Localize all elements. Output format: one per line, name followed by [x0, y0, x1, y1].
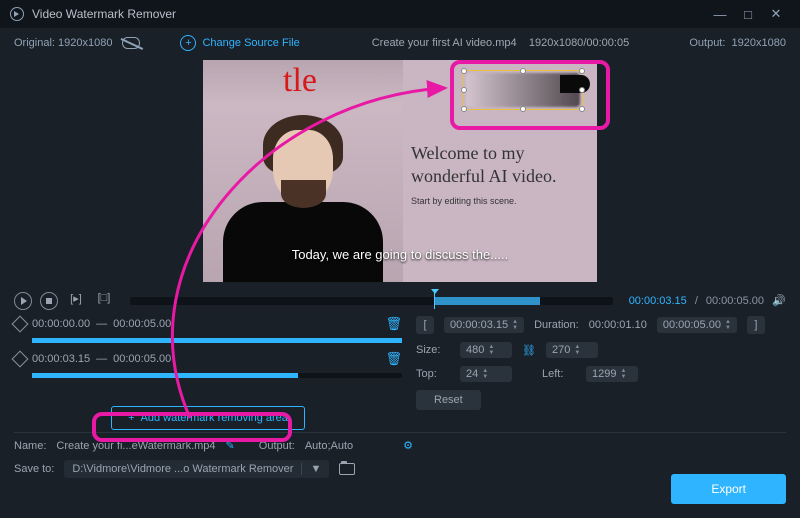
- mark-in-button[interactable]: [▸]: [66, 292, 86, 310]
- preview-heading: Welcome to my wonderful AI video.: [411, 142, 587, 187]
- resize-handle[interactable]: [579, 68, 585, 74]
- video-preview[interactable]: tle Welcome to my wonderful AI video. St…: [203, 60, 597, 282]
- delete-clip-icon[interactable]: 🗑: [385, 316, 402, 332]
- save-to-label: Save to:: [14, 463, 54, 475]
- minimize-button[interactable]: —: [706, 7, 734, 22]
- app-title: Video Watermark Remover: [32, 7, 706, 21]
- name-label: Name:: [14, 440, 46, 452]
- clip-start: 00:00:00.00: [32, 318, 90, 330]
- change-source-button[interactable]: + Change Source File: [180, 35, 299, 51]
- playhead-marker[interactable]: [434, 293, 435, 309]
- stepper-icon[interactable]: ▲▼: [620, 368, 626, 380]
- resize-handle[interactable]: [461, 87, 467, 93]
- resize-handle[interactable]: [461, 68, 467, 74]
- top-label: Top:: [416, 368, 450, 380]
- info-strip: Original: 1920x1080 + Change Source File…: [0, 28, 800, 58]
- path-dropdown-icon[interactable]: ▼: [301, 463, 321, 475]
- stepper-icon[interactable]: ▲▼: [482, 368, 488, 380]
- resize-handle[interactable]: [520, 106, 526, 112]
- resize-handle[interactable]: [520, 68, 526, 74]
- clip-progress[interactable]: [32, 338, 402, 343]
- change-source-label: Change Source File: [202, 37, 299, 49]
- resize-handle[interactable]: [579, 106, 585, 112]
- output-format-label: Output:: [259, 440, 295, 452]
- size-label: Size:: [416, 344, 450, 356]
- transport-bar: [▸] [□] 00:00:03.15/00:00:05.00 🔊: [0, 288, 800, 316]
- titlebar: Video Watermark Remover — □ ✕: [0, 0, 800, 28]
- preview-toggle-icon[interactable]: [122, 37, 140, 49]
- duration-label: Duration:: [534, 319, 579, 331]
- plus-icon: +: [128, 412, 134, 424]
- range-end-field[interactable]: 00:00:05.00▲▼: [657, 317, 737, 333]
- properties-panel: [ 00:00:03.15▲▼ Duration: 00:00:01.10 00:…: [416, 316, 786, 430]
- close-button[interactable]: ✕: [762, 6, 790, 22]
- output-format-value: Auto;Auto: [305, 440, 353, 452]
- plus-circle-icon: +: [180, 35, 196, 51]
- output-name-row: Name: Create your fi...eWatermark.mp4 ✎ …: [0, 435, 800, 456]
- set-out-button[interactable]: ]: [747, 316, 765, 334]
- tag-icon: [12, 351, 29, 368]
- clip-end: 00:00:05.00: [113, 353, 171, 365]
- stepper-icon[interactable]: ▲▼: [512, 319, 518, 331]
- timeline-scrubber[interactable]: [130, 297, 613, 305]
- link-aspect-icon[interactable]: ⛓: [522, 344, 536, 357]
- clip-end: 00:00:05.00: [113, 318, 171, 330]
- left-label: Left:: [542, 368, 576, 380]
- clip-start: 00:00:03.15: [32, 353, 90, 365]
- source-file-info: Create your first AI video.mp4 1920x1080…: [372, 37, 629, 49]
- stepper-icon[interactable]: ▲▼: [574, 344, 580, 356]
- name-value: Create your fi...eWatermark.mp4: [56, 440, 215, 452]
- resize-handle[interactable]: [579, 87, 585, 93]
- stop-button[interactable]: [40, 292, 58, 310]
- open-folder-icon[interactable]: [339, 463, 355, 475]
- left-field[interactable]: 1299▲▼: [586, 366, 638, 382]
- timeline-segment: [434, 297, 540, 305]
- clip-row[interactable]: 00:00:03.15 — 00:00:05.00 🗑: [14, 351, 402, 367]
- source-dims: 1920x1080: [529, 37, 583, 49]
- time-total: 00:00:05.00: [706, 295, 764, 307]
- clip-progress[interactable]: [32, 373, 402, 378]
- preview-subheading: Start by editing this scene.: [411, 196, 517, 206]
- volume-icon[interactable]: 🔊: [772, 294, 786, 308]
- mark-out-button[interactable]: [□]: [94, 292, 114, 310]
- reset-button[interactable]: Reset: [416, 390, 481, 410]
- original-resolution: 1920x1080: [58, 37, 112, 49]
- duration-value: 00:00:01.10: [589, 319, 647, 331]
- add-area-label: Add watermark removing area: [141, 412, 288, 424]
- resize-handle[interactable]: [461, 106, 467, 112]
- source-duration: 00:00:05: [586, 37, 629, 49]
- range-start-field[interactable]: 00:00:03.15▲▼: [444, 317, 524, 333]
- original-label: Original:: [14, 37, 55, 49]
- output-label: Output:: [689, 37, 725, 49]
- stepper-icon[interactable]: ▲▼: [488, 344, 494, 356]
- stepper-icon[interactable]: ▲▼: [725, 319, 731, 331]
- preview-caption: Today, we are going to discuss the.....: [203, 247, 597, 262]
- watermark-selection-box[interactable]: [463, 70, 583, 110]
- add-watermark-area-button[interactable]: + Add watermark removing area: [111, 406, 305, 430]
- save-path-field[interactable]: D:\Vidmore\Vidmore ...o Watermark Remove…: [64, 460, 329, 478]
- app-icon: [10, 7, 24, 21]
- output-settings-icon[interactable]: ⚙: [403, 439, 413, 452]
- top-field[interactable]: 24▲▼: [460, 366, 512, 382]
- output-resolution: 1920x1080: [732, 37, 786, 49]
- save-path-value: D:\Vidmore\Vidmore ...o Watermark Remove…: [72, 463, 293, 475]
- set-in-button[interactable]: [: [416, 316, 434, 334]
- clip-row[interactable]: 00:00:00.00 — 00:00:05.00 🗑: [14, 316, 402, 332]
- preview-decor-text: tle: [283, 62, 317, 100]
- export-button[interactable]: Export: [671, 474, 786, 504]
- delete-clip-icon[interactable]: 🗑: [385, 351, 402, 367]
- width-field[interactable]: 480▲▼: [460, 342, 512, 358]
- tag-icon: [12, 316, 29, 333]
- output-info: Output: 1920x1080: [689, 37, 786, 49]
- time-current: 00:00:03.15: [629, 295, 687, 307]
- clips-panel: 00:00:00.00 — 00:00:05.00 🗑 00:00:03.15 …: [14, 316, 402, 430]
- maximize-button[interactable]: □: [734, 7, 762, 22]
- edit-name-icon[interactable]: ✎: [226, 439, 235, 452]
- play-button[interactable]: [14, 292, 32, 310]
- height-field[interactable]: 270▲▼: [546, 342, 598, 358]
- source-filename: Create your first AI video.mp4: [372, 37, 517, 49]
